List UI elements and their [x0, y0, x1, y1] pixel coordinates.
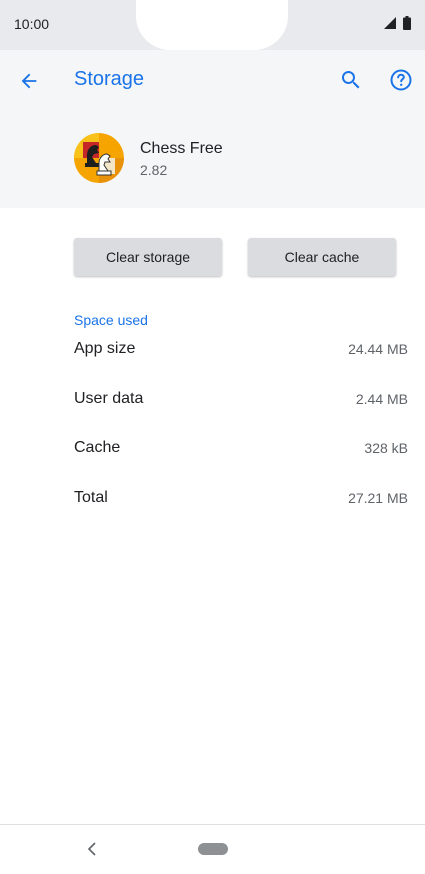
signal-icon: [384, 17, 396, 29]
search-button[interactable]: [337, 66, 365, 94]
row-label: Total: [74, 489, 108, 506]
space-used-header: Space used: [74, 312, 148, 328]
back-button[interactable]: [14, 66, 44, 96]
page-title: Storage: [74, 68, 145, 90]
app-icon: [74, 133, 124, 183]
row-value: 2.44 MB: [355, 391, 408, 407]
total-row: Total 27.21 MB: [74, 486, 408, 510]
status-bar: 10:00: [0, 0, 425, 50]
row-label: Cache: [74, 439, 121, 456]
clear-storage-button[interactable]: Clear storage: [74, 238, 222, 276]
row-value: 328 kB: [364, 440, 408, 456]
row-label: App size: [74, 340, 136, 357]
battery-icon: [403, 16, 411, 30]
back-arrow-icon: [21, 73, 37, 89]
app-version: 2.82: [140, 162, 168, 178]
search-icon: [342, 71, 360, 89]
status-time: 10:00: [14, 16, 50, 32]
help-button[interactable]: [387, 66, 415, 94]
app-size-row: App size 24.44 MB: [74, 337, 408, 361]
app-name: Chess Free: [140, 140, 223, 157]
display-notch: [136, 0, 288, 50]
cache-row: Cache 328 kB: [74, 436, 408, 460]
row-value: 24.44 MB: [348, 341, 408, 357]
nav-home-button[interactable]: [198, 843, 228, 855]
user-data-row: User data 2.44 MB: [74, 387, 408, 411]
row-label: User data: [74, 390, 144, 407]
nav-back-button[interactable]: [84, 838, 100, 860]
help-icon: [390, 69, 412, 91]
row-value: 27.21 MB: [348, 490, 408, 506]
nav-back-icon: [87, 842, 96, 856]
clear-cache-button[interactable]: Clear cache: [248, 238, 396, 276]
status-icons: [383, 16, 411, 30]
chess-knight-icon: [74, 133, 124, 183]
